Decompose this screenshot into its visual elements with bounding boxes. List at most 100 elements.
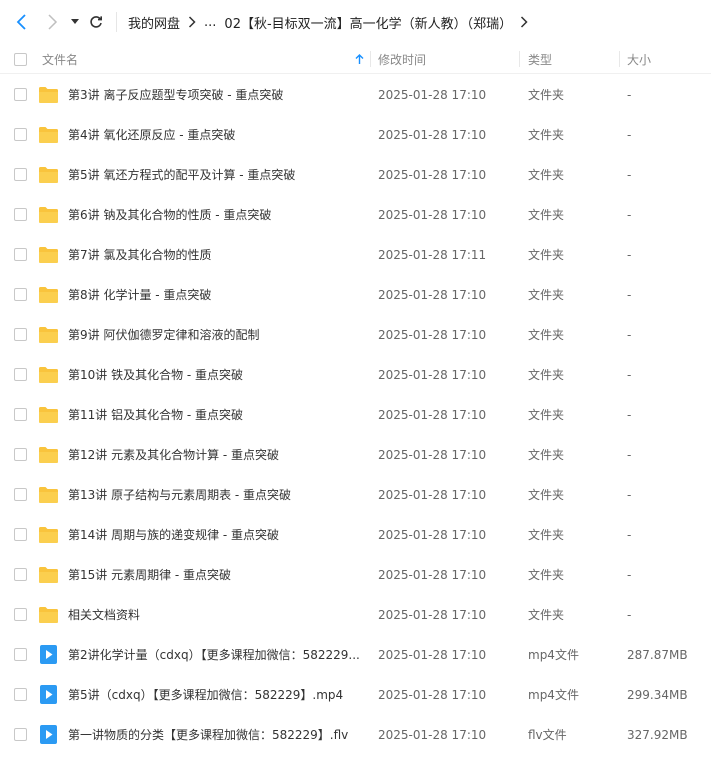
back-button[interactable] <box>12 12 32 32</box>
history-dropdown-button[interactable] <box>68 12 82 32</box>
file-modified: 2025-01-28 17:10 <box>378 328 487 342</box>
row-checkbox[interactable] <box>14 88 27 101</box>
row-checkbox[interactable] <box>14 608 27 621</box>
file-row[interactable]: 第4讲 氧化还原反应 - 重点突破 2025-01-28 17:10 文件夹 - <box>0 115 711 155</box>
file-name[interactable]: 第6讲 钠及其化合物的性质 - 重点突破 <box>68 195 364 235</box>
file-name[interactable]: 第8讲 化学计量 - 重点突破 <box>68 275 364 315</box>
file-size: - <box>627 208 632 222</box>
file-name[interactable]: 第15讲 元素周期律 - 重点突破 <box>68 555 364 595</box>
file-name[interactable]: 第14讲 周期与族的递变规律 - 重点突破 <box>68 515 364 555</box>
file-modified: 2025-01-28 17:10 <box>378 488 487 502</box>
row-checkbox[interactable] <box>14 328 27 341</box>
folder-icon <box>38 325 59 344</box>
file-row[interactable]: 第12讲 元素及其化合物计算 - 重点突破 2025-01-28 17:10 文件夹… <box>0 435 711 475</box>
row-checkbox[interactable] <box>14 208 27 221</box>
file-row[interactable]: 第11讲 铝及其化合物 - 重点突破 2025-01-28 17:10 文件夹 - <box>0 395 711 435</box>
file-row[interactable]: 第6讲 钠及其化合物的性质 - 重点突破 2025-01-28 17:10 文件夹 - <box>0 195 711 235</box>
file-type: mp4文件 <box>528 648 579 662</box>
file-row[interactable]: 第9讲 阿伏伽德罗定律和溶液的配制 2025-01-28 17:10 文件夹 - <box>0 315 711 355</box>
video-file-icon <box>38 725 59 744</box>
file-name[interactable]: 第2讲化学计量（cdxq）【更多课程加微信：582229... <box>68 635 364 675</box>
file-type: 文件夹 <box>528 248 565 262</box>
file-row[interactable]: 第14讲 周期与族的递变规律 - 重点突破 2025-01-28 17:10 文件夹… <box>0 515 711 555</box>
folder-icon <box>38 485 59 504</box>
file-row[interactable]: 第5讲（cdxq）【更多课程加微信：582229】.mp4 2025-01-28 … <box>0 675 711 715</box>
column-header-type[interactable]: 类型 <box>528 44 552 74</box>
file-name[interactable]: 第13讲 原子结构与元素周期表 - 重点突破 <box>68 475 364 515</box>
column-header-modified[interactable]: 修改时间 <box>378 44 426 74</box>
column-header-name-label: 文件名 <box>42 52 79 67</box>
file-name[interactable]: 第9讲 阿伏伽德罗定律和溶液的配制 <box>68 315 364 355</box>
file-type: 文件夹 <box>528 128 565 142</box>
file-name[interactable]: 第5讲 氧还方程式的配平及计算 - 重点突破 <box>68 155 364 195</box>
column-header-size[interactable]: 大小 <box>627 44 651 74</box>
select-all-checkbox[interactable] <box>14 52 28 66</box>
forward-button[interactable] <box>42 12 62 32</box>
row-checkbox[interactable] <box>14 368 27 381</box>
file-type: 文件夹 <box>528 168 565 182</box>
file-name[interactable]: 第7讲 氯及其化合物的性质 <box>68 235 364 275</box>
chevron-right-icon[interactable] <box>516 16 532 28</box>
row-checkbox[interactable] <box>14 248 27 261</box>
row-checkbox[interactable] <box>14 728 27 741</box>
file-name[interactable]: 第11讲 铝及其化合物 - 重点突破 <box>68 395 364 435</box>
file-modified: 2025-01-28 17:10 <box>378 648 487 662</box>
column-divider[interactable] <box>370 51 371 67</box>
row-checkbox[interactable] <box>14 648 27 661</box>
row-checkbox[interactable] <box>14 568 27 581</box>
file-row[interactable]: 第5讲 氧还方程式的配平及计算 - 重点突破 2025-01-28 17:10 文件… <box>0 155 711 195</box>
row-checkbox[interactable] <box>14 128 27 141</box>
breadcrumb-ellipsis[interactable]: ... <box>200 15 220 30</box>
row-checkbox[interactable] <box>14 408 27 421</box>
file-name[interactable]: 第4讲 氧化还原反应 - 重点突破 <box>68 115 364 155</box>
row-checkbox[interactable] <box>14 168 27 181</box>
folder-icon <box>38 285 59 304</box>
file-name[interactable]: 第5讲（cdxq）【更多课程加微信：582229】.mp4 <box>68 675 364 715</box>
row-checkbox[interactable] <box>14 528 27 541</box>
file-type: 文件夹 <box>528 208 565 222</box>
file-size: - <box>627 608 632 622</box>
row-checkbox[interactable] <box>14 688 27 701</box>
file-modified: 2025-01-28 17:10 <box>378 288 487 302</box>
file-type: 文件夹 <box>528 488 565 502</box>
file-size: - <box>627 408 632 422</box>
file-row[interactable]: 相关文档资料 2025-01-28 17:10 文件夹 - <box>0 595 711 635</box>
file-size: - <box>627 168 632 182</box>
column-divider[interactable] <box>519 51 520 67</box>
file-type: flv文件 <box>528 728 567 742</box>
row-checkbox[interactable] <box>14 288 27 301</box>
file-row[interactable]: 第15讲 元素周期律 - 重点突破 2025-01-28 17:10 文件夹 - <box>0 555 711 595</box>
file-row[interactable]: 第2讲化学计量（cdxq）【更多课程加微信：582229... 2025-01-2… <box>0 635 711 675</box>
breadcrumb-root[interactable]: 我的网盘 <box>124 13 184 32</box>
sort-arrow-up-icon[interactable] <box>355 44 364 74</box>
column-header-name[interactable]: 文件名 <box>42 44 364 74</box>
file-row[interactable]: 第10讲 铁及其化合物 - 重点突破 2025-01-28 17:10 文件夹 - <box>0 355 711 395</box>
refresh-button[interactable] <box>86 12 106 32</box>
file-size: - <box>627 328 632 342</box>
file-name[interactable]: 第3讲 离子反应题型专项突破 - 重点突破 <box>68 75 364 115</box>
breadcrumb-current[interactable]: 02【秋-目标双一流】高一化学（新人教）（郑瑞） <box>220 13 516 32</box>
row-checkbox[interactable] <box>14 488 27 501</box>
file-name[interactable]: 第12讲 元素及其化合物计算 - 重点突破 <box>68 435 364 475</box>
folder-icon <box>38 245 59 264</box>
file-row[interactable]: 第3讲 离子反应题型专项突破 - 重点突破 2025-01-28 17:10 文件夹… <box>0 75 711 115</box>
file-modified: 2025-01-28 17:11 <box>378 248 487 262</box>
file-name[interactable]: 第10讲 铁及其化合物 - 重点突破 <box>68 355 364 395</box>
file-type: 文件夹 <box>528 368 565 382</box>
file-modified: 2025-01-28 17:10 <box>378 368 487 382</box>
chevron-left-icon <box>16 14 26 30</box>
column-divider[interactable] <box>619 51 620 67</box>
video-file-icon <box>38 685 59 704</box>
row-checkbox[interactable] <box>14 448 27 461</box>
folder-icon <box>38 525 59 544</box>
file-row[interactable]: 第13讲 原子结构与元素周期表 - 重点突破 2025-01-28 17:10 文件… <box>0 475 711 515</box>
file-row[interactable]: 第8讲 化学计量 - 重点突破 2025-01-28 17:10 文件夹 - <box>0 275 711 315</box>
file-modified: 2025-01-28 17:10 <box>378 688 487 702</box>
file-row[interactable]: 第一讲物质的分类【更多课程加微信：582229】.flv 2025-01-28 1… <box>0 715 711 755</box>
file-size: - <box>627 368 632 382</box>
file-name[interactable]: 第一讲物质的分类【更多课程加微信：582229】.flv <box>68 715 364 755</box>
file-name[interactable]: 相关文档资料 <box>68 595 364 635</box>
file-size: - <box>627 88 632 102</box>
folder-icon <box>38 405 59 424</box>
file-row[interactable]: 第7讲 氯及其化合物的性质 2025-01-28 17:11 文件夹 - <box>0 235 711 275</box>
